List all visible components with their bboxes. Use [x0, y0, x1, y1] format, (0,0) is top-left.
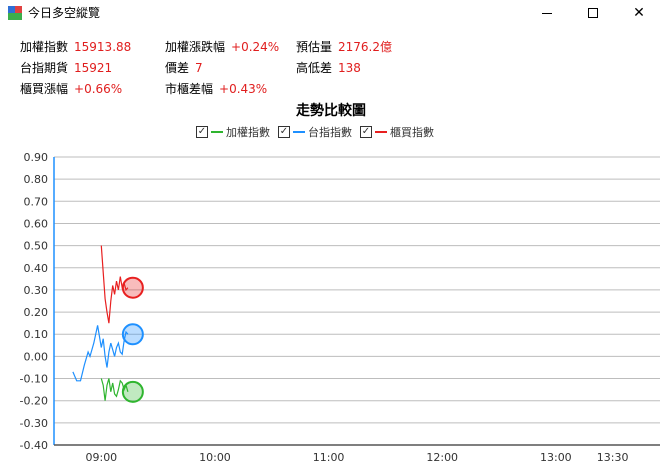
- checkbox-otc[interactable]: ✓: [360, 126, 372, 138]
- stat-label: 加權指數: [20, 40, 69, 54]
- app-icon: [8, 6, 22, 20]
- legend-item-otc[interactable]: ✓ 櫃買指數: [360, 124, 434, 140]
- window-title: 今日多空縱覽: [28, 6, 101, 20]
- x-tick-label: 11:00: [313, 451, 345, 464]
- minimize-icon: [542, 12, 552, 14]
- y-tick-label: 0.50: [24, 240, 49, 253]
- trend-chart: 0.90 0.80 0.70 0.60 0.50 0.40 0.30 0.20 0.10 0.00…: [20, 151, 660, 464]
- legend-swatch-otc: [375, 131, 387, 133]
- stat-label: 加權漲跌幅: [165, 40, 226, 54]
- legend-label-otc: 櫃買指數: [390, 126, 434, 139]
- series-end-markers: [121, 276, 144, 403]
- stat-value: +0.66%: [74, 82, 123, 96]
- legend-label-weighted: 加權指數: [226, 126, 270, 139]
- y-tick-label: -0.30: [20, 417, 48, 430]
- end-marker-2: [121, 276, 144, 299]
- stat-value: 138: [338, 61, 361, 75]
- x-tick-label: 13:00: [540, 451, 572, 464]
- checkbox-taiex-futures[interactable]: ✓: [278, 126, 290, 138]
- legend-label-taiex-futures: 台指指數: [308, 126, 352, 139]
- minimize-button[interactable]: [524, 0, 570, 26]
- stat-spread: 價差 7: [165, 59, 203, 77]
- stat-label: 預估量: [296, 40, 333, 54]
- x-tick-label: 09:00: [85, 451, 117, 464]
- y-tick-label: 0.70: [24, 195, 49, 208]
- stat-value: +0.43%: [219, 82, 268, 96]
- stat-weighted-change: 加權漲跌幅 +0.24%: [165, 38, 279, 56]
- x-tick-label: 12:00: [426, 451, 458, 464]
- stat-high-low-spread: 高低差 138: [296, 59, 361, 77]
- legend-swatch-weighted: [211, 131, 223, 133]
- grid-lines: [54, 156, 660, 424]
- stat-label: 市櫃差幅: [165, 82, 214, 96]
- y-tick-label: -0.20: [20, 395, 48, 408]
- stat-estimated-volume: 預估量 2176.2億: [296, 38, 392, 56]
- stat-otc-change: 櫃買漲幅 +0.66%: [20, 80, 122, 98]
- stat-value: 7: [195, 61, 203, 75]
- x-tick-labels: 09:00 10:00 11:00 12:00 13:00 13:30: [85, 451, 628, 464]
- stat-label: 櫃買漲幅: [20, 82, 69, 96]
- y-tick-label: 0.30: [24, 284, 49, 297]
- y-tick-label: -0.40: [20, 439, 48, 452]
- title-bar: 今日多空縱覽 ✕: [0, 0, 662, 26]
- legend-item-weighted[interactable]: ✓ 加權指數: [196, 124, 270, 140]
- y-tick-label: -0.10: [20, 373, 48, 386]
- y-tick-label: 0.90: [24, 151, 49, 164]
- stat-label: 高低差: [296, 61, 333, 75]
- close-icon: ✕: [633, 5, 645, 21]
- checkbox-weighted[interactable]: ✓: [196, 126, 208, 138]
- y-tick-label: 0.00: [24, 350, 49, 363]
- x-tick-label: 10:00: [199, 451, 231, 464]
- y-tick-label: 0.60: [24, 217, 49, 230]
- close-button[interactable]: ✕: [616, 0, 662, 26]
- stat-value: +0.24%: [231, 40, 280, 54]
- y-tick-labels: 0.90 0.80 0.70 0.60 0.50 0.40 0.30 0.20 0.10 0.00…: [20, 151, 48, 452]
- stat-market-otc-spread: 市櫃差幅 +0.43%: [165, 80, 267, 98]
- stat-label: 價差: [165, 61, 190, 75]
- maximize-button[interactable]: [570, 0, 616, 26]
- end-marker-1: [121, 323, 144, 346]
- stat-value: 15913.88: [74, 40, 132, 54]
- stat-value: 2176.2億: [338, 40, 393, 54]
- y-tick-label: 0.20: [24, 306, 49, 319]
- legend-item-taiex-futures[interactable]: ✓ 台指指數: [278, 124, 352, 140]
- stat-weighted-index: 加權指數 15913.88: [20, 38, 131, 56]
- series-lines: [72, 245, 129, 401]
- stat-tx-futures: 台指期貨 15921: [20, 59, 112, 77]
- maximize-icon: [588, 8, 598, 18]
- legend-swatch-taiex-futures: [293, 131, 305, 133]
- chart-legend: ✓ 加權指數 ✓ 台指指數 ✓ 櫃買指數: [196, 124, 434, 140]
- stats-panel: 加權指數 15913.88 加權漲跌幅 +0.24% 預估量 2176.2億 台指期貨…: [0, 36, 662, 100]
- stat-label: 台指期貨: [20, 61, 69, 75]
- stat-value: 15921: [74, 61, 113, 75]
- x-tick-label: 13:30: [597, 451, 629, 464]
- y-tick-label: 0.10: [24, 328, 49, 341]
- y-tick-label: 0.80: [24, 173, 49, 186]
- y-tick-label: 0.40: [24, 262, 49, 275]
- series-line-1: [72, 325, 129, 382]
- end-marker-0: [121, 380, 144, 403]
- axes: [53, 157, 660, 446]
- chart-title: 走勢比較圖: [296, 103, 366, 119]
